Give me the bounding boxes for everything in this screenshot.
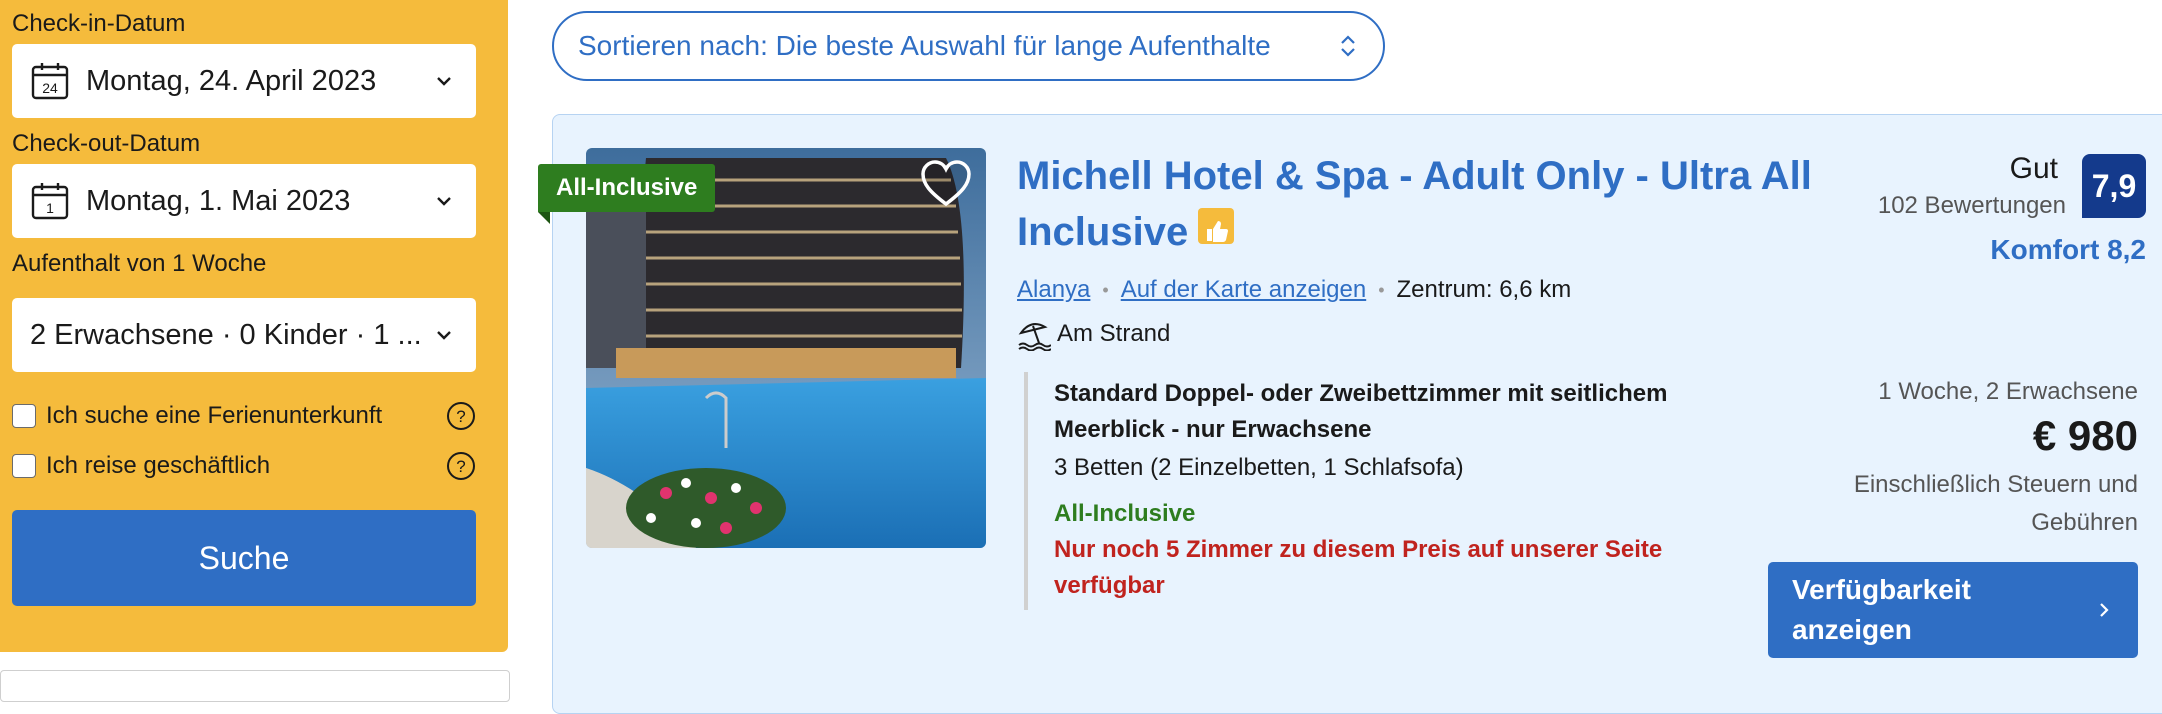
stay-length-label: Aufenthalt von 1 Woche	[12, 250, 267, 277]
svg-text:1: 1	[46, 200, 54, 216]
show-availability-label: Verfügbarkeit anzeigen	[1792, 574, 1971, 645]
vacation-rental-checkbox[interactable]	[12, 404, 36, 428]
room-details: Standard Doppel- oder Zweibettzimmer mit…	[1024, 372, 1724, 610]
badge-fold	[538, 212, 550, 224]
comfort-score: Komfort 8,2	[1990, 234, 2146, 265]
sidebar-next-card	[0, 670, 510, 702]
help-icon[interactable]: ?	[446, 401, 476, 431]
chevron-down-icon	[437, 331, 451, 340]
sort-updown-icon	[1341, 35, 1355, 57]
beach-label: Am Strand	[1057, 320, 1171, 347]
guests-value: 2 Erwachsene · 0 Kinder · 1 ...	[30, 318, 422, 351]
business-travel-row: Ich reise geschäftlich ?	[12, 448, 476, 484]
calendar-icon: 24	[31, 63, 69, 100]
checkout-date-select[interactable]: 1 Montag, 1. Mai 2023	[12, 164, 476, 238]
distance-to-center: Zentrum: 6,6 km	[1396, 276, 1572, 303]
sort-button[interactable]: Sortieren nach: Die beste Auswahl für la…	[552, 11, 1385, 81]
thumbs-up-icon	[1198, 208, 1235, 244]
beach-row: Am Strand	[1017, 314, 1170, 354]
room-title: Standard Doppel- oder Zweibettzimmer mit…	[1054, 380, 1668, 443]
beach-umbrella-icon	[1018, 323, 1051, 351]
show-on-map-link[interactable]: Auf der Karte anzeigen	[1121, 276, 1367, 304]
business-travel-checkbox[interactable]	[12, 454, 36, 478]
checkout-label: Check-out-Datum	[12, 130, 201, 157]
checkin-label: Check-in-Datum	[12, 10, 186, 37]
price: € 980	[2032, 412, 2138, 459]
chevron-right-icon	[2100, 603, 2109, 617]
vacation-rental-row: Ich suche eine Ferienunterkunft ?	[12, 398, 476, 434]
tax-note: Einschließlich Steuern und Gebühren	[1853, 471, 2138, 536]
location-row: Alanya • Auf der Karte anzeigen • Zentru…	[1017, 270, 1571, 310]
checkout-date-value: Montag, 1. Mai 2023	[86, 184, 351, 217]
checkin-date-select[interactable]: 24 Montag, 24. April 2023	[12, 44, 476, 118]
city-link[interactable]: Alanya	[1017, 276, 1090, 304]
show-availability-button[interactable]: Verfügbarkeit anzeigen	[1768, 562, 2138, 658]
stay-summary: 1 Woche, 2 Erwachsene	[1878, 378, 2138, 405]
chevron-down-icon	[437, 77, 451, 86]
hotel-name[interactable]: Michell Hotel & Spa - Adult Only - Ultra…	[1017, 154, 1812, 254]
svg-text:?: ?	[456, 407, 465, 426]
review-count: 102 Bewertungen	[1877, 192, 2066, 219]
checkin-date-value: Montag, 24. April 2023	[86, 64, 377, 97]
svg-text:?: ?	[456, 457, 465, 476]
separator-dot: •	[1102, 279, 1109, 300]
hotel-name-link[interactable]: Michell Hotel & Spa - Adult Only - Ultra…	[1017, 148, 1817, 260]
heart-icon[interactable]	[920, 160, 972, 208]
review-score-badge[interactable]: 7,9	[2082, 154, 2146, 218]
search-button[interactable]: Suche	[12, 510, 476, 606]
vacation-rental-label[interactable]: Ich suche eine Ferienunterkunft	[46, 402, 446, 430]
svg-text:24: 24	[42, 80, 58, 96]
help-icon[interactable]: ?	[446, 451, 476, 481]
sort-label: Sortieren nach: Die beste Auswahl für la…	[578, 30, 1271, 61]
rating-word: Gut	[2009, 152, 2058, 185]
all-inclusive-badge: All-Inclusive	[538, 164, 716, 212]
room-board-type: All-Inclusive	[1054, 500, 1196, 527]
business-travel-label[interactable]: Ich reise geschäftlich	[46, 452, 446, 480]
separator-dot: •	[1378, 279, 1385, 300]
search-sidebar: Check-in-Datum 24 Montag, 24. April 2023…	[0, 0, 508, 652]
chevron-down-icon	[437, 197, 451, 206]
room-beds: 3 Betten (2 Einzelbetten, 1 Schlafsofa)	[1054, 454, 1464, 481]
guests-select[interactable]: 2 Erwachsene · 0 Kinder · 1 ...	[12, 298, 476, 372]
calendar-icon: 1	[31, 183, 69, 220]
scarcity-warning: Nur noch 5 Zimmer zu diesem Preis auf un…	[1054, 536, 1663, 599]
